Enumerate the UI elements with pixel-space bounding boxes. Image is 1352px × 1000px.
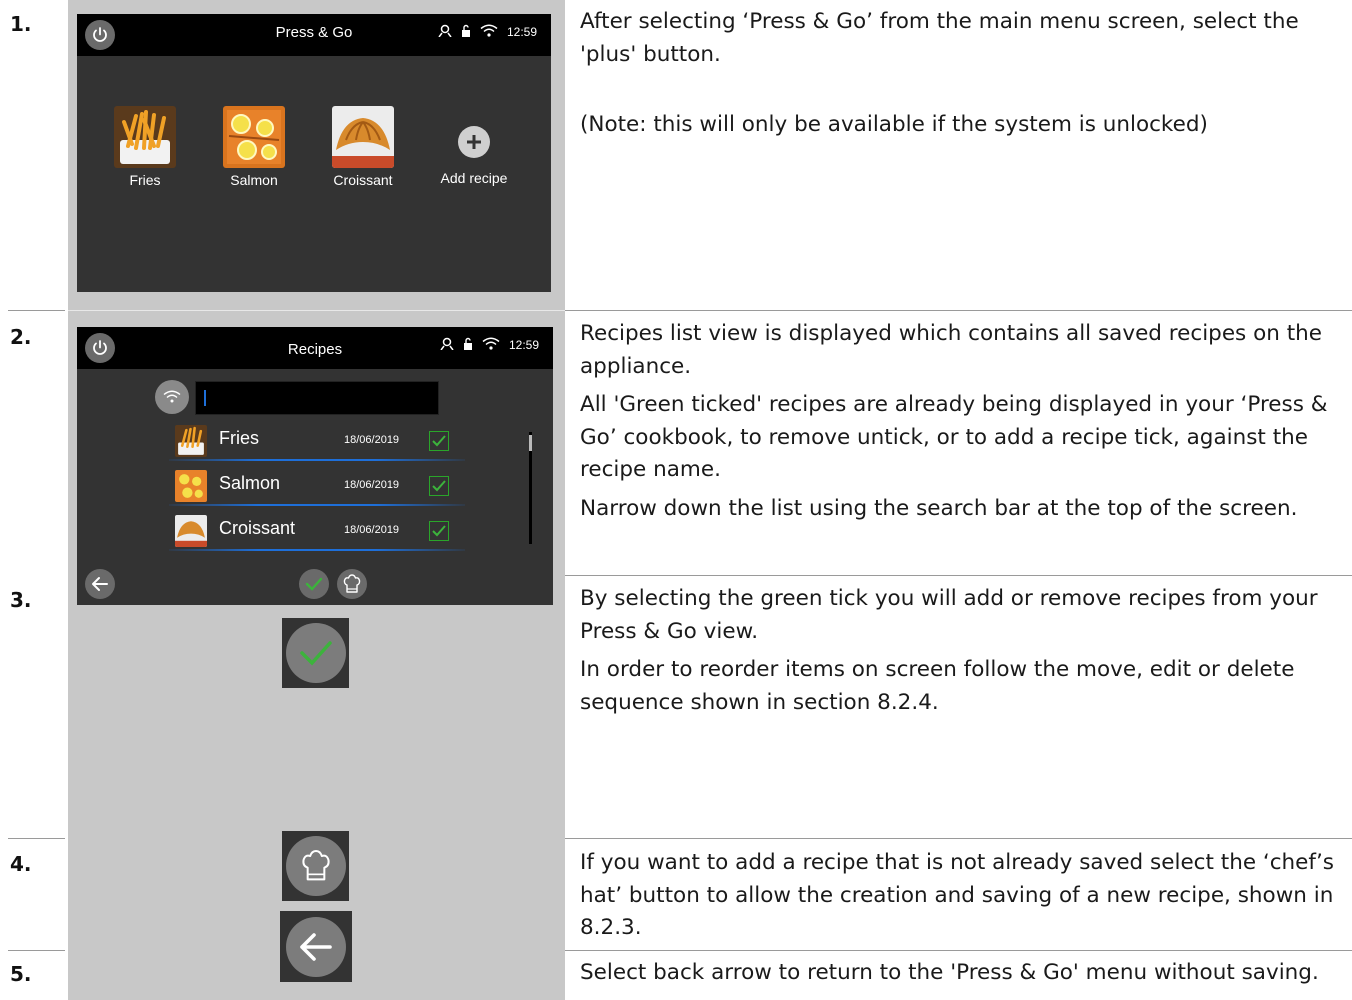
tile-label: Fries xyxy=(129,172,161,188)
chef-hat-button-enlarged[interactable] xyxy=(282,831,349,901)
recipe-tile-croissant[interactable]: Croissant xyxy=(323,106,403,188)
step-number: 1. xyxy=(10,12,32,36)
check-icon xyxy=(432,525,446,537)
chef-hat-icon xyxy=(343,574,361,593)
row-divider xyxy=(8,838,65,839)
scrollbar-thumb[interactable] xyxy=(529,435,532,451)
row-divider xyxy=(169,459,465,461)
recipe-name: Salmon xyxy=(219,473,281,493)
add-recipe-label: Add recipe xyxy=(440,170,508,186)
recipe-date: 18/06/2019 xyxy=(344,434,400,446)
lock-icon xyxy=(463,337,473,353)
check-icon xyxy=(432,480,446,492)
step-5-description: Select back arrow to return to the 'Pres… xyxy=(580,957,1350,996)
text-caret xyxy=(204,390,206,406)
tile-label: Salmon xyxy=(230,172,278,188)
recipe-tile-fries[interactable]: Fries xyxy=(105,106,185,188)
step-paragraph: Recipes list view is displayed which con… xyxy=(580,321,1322,379)
recipes-screen: Recipes 12:59 Fries 18/06/2019 Salmon 18… xyxy=(77,327,553,605)
row-divider xyxy=(565,838,1352,839)
clock-time: 12:59 xyxy=(506,25,537,39)
step-number: 3. xyxy=(10,588,32,612)
row-divider xyxy=(565,575,1352,576)
fries-image xyxy=(175,425,207,457)
row-divider xyxy=(8,950,65,951)
step-4-description: If you want to add a recipe that is not … xyxy=(580,847,1350,951)
step-paragraph: By selecting the green tick you will add… xyxy=(580,586,1318,644)
recipe-tile-salmon[interactable]: Salmon xyxy=(214,106,294,188)
checkbox[interactable] xyxy=(429,521,449,541)
checkbox[interactable] xyxy=(429,431,449,451)
recipe-date: 18/06/2019 xyxy=(344,479,400,491)
checkbox[interactable] xyxy=(429,476,449,496)
check-icon xyxy=(432,435,446,447)
step-1-description: After selecting ‘Press & Go’ from the ma… xyxy=(580,6,1350,148)
croissant-image xyxy=(332,106,394,168)
step-paragraph: (Note: this will only be available if th… xyxy=(580,112,1208,137)
recipe-date: 18/06/2019 xyxy=(344,524,400,536)
top-bar: Recipes 12:59 xyxy=(77,327,553,369)
row-divider xyxy=(565,310,1352,311)
recipe-name: Croissant xyxy=(219,518,296,538)
step-3-description: By selecting the green tick you will add… xyxy=(580,583,1350,725)
croissant-image xyxy=(175,515,207,547)
user-icon xyxy=(438,24,452,40)
check-circle xyxy=(285,623,346,683)
back-arrow-icon xyxy=(92,577,108,591)
salmon-image xyxy=(175,470,207,502)
clock-time: 12:59 xyxy=(508,338,539,352)
wifi-icon xyxy=(480,24,498,40)
check-icon xyxy=(305,577,323,591)
salmon-image xyxy=(223,106,285,168)
lock-icon xyxy=(461,24,471,40)
plus-icon xyxy=(467,135,481,149)
row-divider xyxy=(8,310,65,311)
step-paragraph: If you want to add a recipe that is not … xyxy=(580,850,1334,940)
step-paragraph: Narrow down the list using the search ba… xyxy=(580,495,1298,521)
search-icon[interactable] xyxy=(155,380,189,414)
row-divider xyxy=(169,549,465,551)
search-input[interactable] xyxy=(195,381,439,415)
recipe-row-fries[interactable]: Fries 18/06/2019 xyxy=(169,419,465,461)
step-2-description: Recipes list view is displayed which con… xyxy=(580,318,1350,531)
status-area: 12:59 xyxy=(438,24,537,40)
back-button-enlarged[interactable] xyxy=(280,911,352,982)
step-paragraph: All 'Green ticked' recipes are already b… xyxy=(580,392,1328,482)
tile-label: Croissant xyxy=(333,172,393,188)
chef-hat-circle xyxy=(285,836,346,896)
step-paragraph: In order to reorder items on screen foll… xyxy=(580,657,1295,715)
back-arrow-icon xyxy=(300,932,332,961)
tick-button-enlarged[interactable] xyxy=(282,618,349,688)
back-circle xyxy=(286,916,346,977)
press-and-go-screen: Press & Go 12:59 Fries Salmon Croissant … xyxy=(77,14,551,292)
row-divider xyxy=(169,504,465,506)
user-icon xyxy=(440,337,454,353)
status-area: 12:59 xyxy=(440,337,539,353)
fries-image xyxy=(114,106,176,168)
step-paragraph: Select back arrow to return to the 'Pres… xyxy=(580,960,1319,985)
top-bar: Press & Go 12:59 xyxy=(77,14,551,56)
add-recipe-button[interactable] xyxy=(458,126,490,158)
wifi-icon xyxy=(482,337,500,353)
recipe-row-croissant[interactable]: Croissant 18/06/2019 xyxy=(169,509,465,551)
tick-button[interactable] xyxy=(299,569,329,599)
recipe-name: Fries xyxy=(219,428,259,448)
check-icon xyxy=(299,641,332,666)
chef-hat-button[interactable] xyxy=(337,569,367,599)
step-number: 4. xyxy=(10,852,32,876)
step-number: 2. xyxy=(10,325,32,349)
step-number: 5. xyxy=(10,962,32,986)
row-divider xyxy=(68,310,565,311)
step-paragraph: After selecting ‘Press & Go’ from the ma… xyxy=(580,9,1299,67)
chef-hat-icon xyxy=(301,850,330,881)
recipe-row-salmon[interactable]: Salmon 18/06/2019 xyxy=(169,464,465,506)
back-button[interactable] xyxy=(85,569,115,599)
